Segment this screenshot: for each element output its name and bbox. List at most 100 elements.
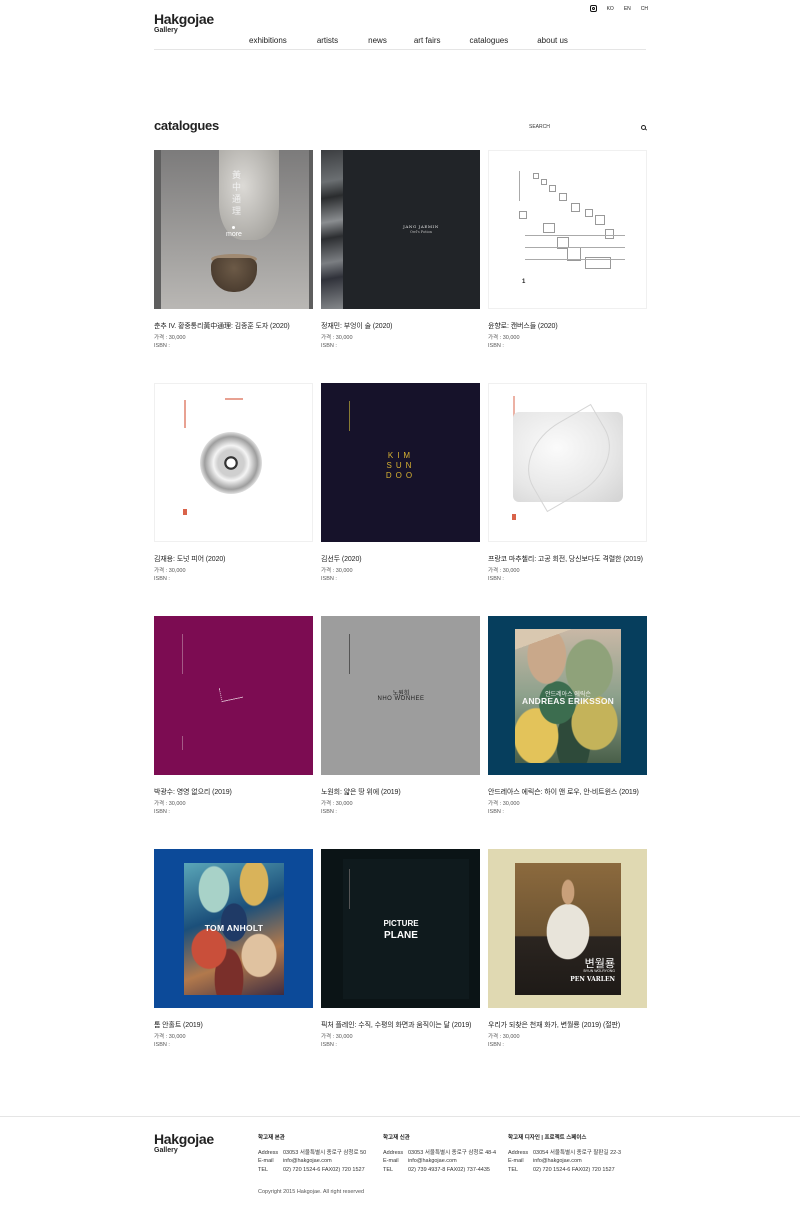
logo-main: Hakgojae	[154, 11, 214, 27]
nav-exhibitions[interactable]: exhibitions	[249, 36, 287, 45]
catalogue-cover[interactable]: 안드레아스 에릭슨 ANDREAS ERIKSSON	[488, 616, 647, 775]
footer-column-design: 학고재 디자인 | 프로젝트 스페이스 Address 03054 서울특별시 종…	[508, 1134, 621, 1174]
catalogue-card[interactable]: 프랑코 마추첼리: 고공 회전, 당신보다도 격렬한 (2019) 가격 : 3…	[488, 383, 647, 616]
catalogue-isbn: ISBN :	[154, 343, 170, 349]
catalogue-price: 가격 : 30,000	[321, 568, 353, 574]
cover-subtext: PEN VARLEN	[570, 976, 615, 983]
catalogue-cover[interactable]: TOM ANHOLT	[154, 849, 313, 1008]
catalogue-price: 가격 : 30,000	[154, 335, 186, 341]
nav-news[interactable]: news	[368, 36, 387, 45]
search-input[interactable]	[529, 124, 619, 130]
catalogue-card[interactable]: 변월룡 BYUN WOLRYONG PEN VARLEN 우리가 되찾은 천재 …	[488, 849, 647, 1082]
nav-art-fairs[interactable]: art fairs	[414, 36, 441, 45]
catalogue-price: 가격 : 30,000	[154, 1034, 186, 1040]
catalogue-card[interactable]: TOM ANHOLT 톰 안홀트 (2019) 가격 : 30,000 ISBN…	[154, 849, 313, 1082]
footer-logo-sub: Gallery	[154, 1147, 178, 1154]
catalogue-cover[interactable]	[154, 616, 313, 775]
footer-divider	[0, 1116, 800, 1117]
cover-text: JANG JAEMIN	[403, 224, 439, 229]
cover-subtext: NHO WONHEE	[377, 696, 425, 702]
nav-catalogues[interactable]: catalogues	[470, 36, 509, 45]
catalogue-title[interactable]: 정재민: 부엉이 술 (2020)	[321, 321, 480, 331]
catalogue-meta: 가격 : 30,000 ISBN :	[321, 1033, 480, 1049]
catalogue-meta: 가격 : 30,000 ISBN :	[488, 567, 647, 583]
footer-email[interactable]: info@hakgojae.com	[533, 1157, 582, 1166]
catalogue-meta: 가격 : 30,000 ISBN :	[488, 334, 647, 350]
cover-text: KIM SUN DOO	[385, 451, 417, 480]
footer-column-annex: 학고재 신관 Address 03053 서울특별시 종로구 삼청로 48-4 E…	[383, 1134, 496, 1174]
catalogue-card[interactable]: 노원희 NHO WONHEE 노원희: 얇은 땅 위에 (2019) 가격 : …	[321, 616, 480, 849]
search-box	[529, 122, 646, 132]
catalogue-card[interactable]: 박광수: 영영 없으리 (2019) 가격 : 30,000 ISBN :	[154, 616, 313, 849]
catalogue-cover[interactable]: 1	[488, 150, 647, 309]
nav-about-us[interactable]: about us	[537, 36, 568, 45]
catalogue-title[interactable]: 윤향로: 캔버스들 (2020)	[488, 321, 647, 331]
catalogue-title[interactable]: 톰 안홀트 (2019)	[154, 1020, 313, 1030]
language-switcher: KO EN CH	[589, 5, 648, 12]
catalogue-price: 가격 : 30,000	[488, 801, 520, 807]
cover-subtext: Owl's Potion	[409, 230, 433, 234]
lang-ch[interactable]: CH	[641, 6, 648, 12]
catalogue-card[interactable]: 김재용: 도넛 피어 (2020) 가격 : 30,000 ISBN :	[154, 383, 313, 616]
catalogue-cover[interactable]	[154, 383, 313, 542]
tel-label: TEL	[383, 1166, 394, 1173]
email-label: E-mail	[508, 1158, 524, 1164]
footer-logo[interactable]: Hakgojae Gallery	[154, 1132, 214, 1154]
nav-artists[interactable]: artists	[317, 36, 338, 45]
catalogue-title[interactable]: 노원희: 얇은 땅 위에 (2019)	[321, 787, 480, 797]
header-divider	[154, 49, 646, 50]
search-icon[interactable]	[641, 124, 646, 130]
catalogue-cover[interactable]: JANG JAEMIN Owl's Potion	[321, 150, 480, 309]
address-label: Address	[258, 1149, 279, 1156]
copyright: Copyright 2015 Hakgojae. All right reser…	[258, 1189, 365, 1195]
footer-tel: 02) 720 1524-6 FAX02) 720 1527	[533, 1166, 615, 1173]
lang-ko[interactable]: KO	[607, 6, 614, 12]
catalogue-isbn: ISBN :	[154, 1042, 170, 1048]
footer-email[interactable]: info@hakgojae.com	[408, 1157, 457, 1166]
catalogue-cover[interactable]: PICTURE PLANE	[321, 849, 480, 1008]
catalogue-cover[interactable]	[488, 383, 647, 542]
catalogue-price: 가격 : 30,000	[488, 1034, 520, 1040]
more-link[interactable]: more	[226, 226, 242, 238]
footer-address: 03054 서울특별시 종로구 팔판길 22-3	[533, 1149, 622, 1156]
catalogue-card[interactable]: 1 윤향로: 캔버스들 (2020) 가격 : 30,000 ISBN :	[488, 150, 647, 383]
catalogue-cover[interactable]: 노원희 NHO WONHEE	[321, 616, 480, 775]
catalogue-title[interactable]: 김재용: 도넛 피어 (2020)	[154, 554, 313, 564]
catalogue-title[interactable]: 춘추 IV. 황중통리黃中通理: 김종훈 도자 (2020)	[154, 321, 313, 331]
footer-tel: 02) 739 4937-8 FAX02) 737-4435	[408, 1166, 490, 1173]
footer-address: 03053 서울특별시 종로구 삼청로 48-4	[408, 1149, 497, 1156]
cover-text: TOM ANHOLT	[204, 923, 264, 933]
catalogue-title[interactable]: 픽처 플레인: 수직, 수평의 화면과 움직이는 달 (2019)	[321, 1020, 480, 1030]
site-logo[interactable]: Hakgojae Gallery	[154, 12, 214, 34]
footer-heading: 학고재 디자인 | 프로젝트 스페이스	[508, 1135, 587, 1141]
catalogue-title[interactable]: 프랑코 마추첼리: 고공 회전, 당신보다도 격렬한 (2019)	[488, 554, 647, 564]
catalogue-cover[interactable]: 黃中通理 more	[154, 150, 313, 309]
catalogue-title[interactable]: 안드레아스 에릭슨: 하이 앤 로우, 안-비트윈스 (2019)	[488, 787, 647, 797]
catalogue-isbn: ISBN :	[488, 576, 504, 582]
catalogue-title[interactable]: 김선두 (2020)	[321, 554, 480, 564]
catalogue-meta: 가격 : 30,000 ISBN :	[321, 800, 480, 816]
catalogue-meta: 가격 : 30,000 ISBN :	[154, 800, 313, 816]
catalogue-card[interactable]: PICTURE PLANE 픽처 플레인: 수직, 수평의 화면과 움직이는 달…	[321, 849, 480, 1082]
catalogue-price: 가격 : 30,000	[488, 335, 520, 341]
catalogue-meta: 가격 : 30,000 ISBN :	[488, 1033, 647, 1049]
catalogue-meta: 가격 : 30,000 ISBN :	[154, 1033, 313, 1049]
catalogue-title[interactable]: 박광수: 영영 없으리 (2019)	[154, 787, 313, 797]
address-label: Address	[383, 1149, 404, 1156]
catalogue-cover[interactable]: KIM SUN DOO	[321, 383, 480, 542]
cover-text: PICTURE	[383, 919, 419, 928]
footer-email[interactable]: info@hakgojae.com	[283, 1157, 332, 1166]
footer-logo-main: Hakgojae	[154, 1131, 214, 1147]
catalogue-isbn: ISBN :	[488, 809, 504, 815]
lang-en[interactable]: EN	[624, 6, 631, 12]
catalogue-card[interactable]: 안드레아스 에릭슨 ANDREAS ERIKSSON 안드레아스 에릭슨: 하이…	[488, 616, 647, 849]
catalogue-meta: 가격 : 30,000 ISBN :	[321, 567, 480, 583]
catalogue-card[interactable]: 黃中通理 more 춘추 IV. 황중통리黃中通理: 김종훈 도자 (2020)…	[154, 150, 313, 383]
tel-label: TEL	[508, 1166, 519, 1173]
instagram-icon[interactable]	[589, 5, 597, 12]
catalogue-card[interactable]: KIM SUN DOO 김선두 (2020) 가격 : 30,000 ISBN …	[321, 383, 480, 616]
catalogue-card[interactable]: JANG JAEMIN Owl's Potion 정재민: 부엉이 술 (202…	[321, 150, 480, 383]
catalogue-price: 가격 : 30,000	[154, 568, 186, 574]
catalogue-cover[interactable]: 변월룡 BYUN WOLRYONG PEN VARLEN	[488, 849, 647, 1008]
catalogue-title[interactable]: 우리가 되찾은 천재 화가, 변월룡 (2019) (절판)	[488, 1020, 647, 1030]
